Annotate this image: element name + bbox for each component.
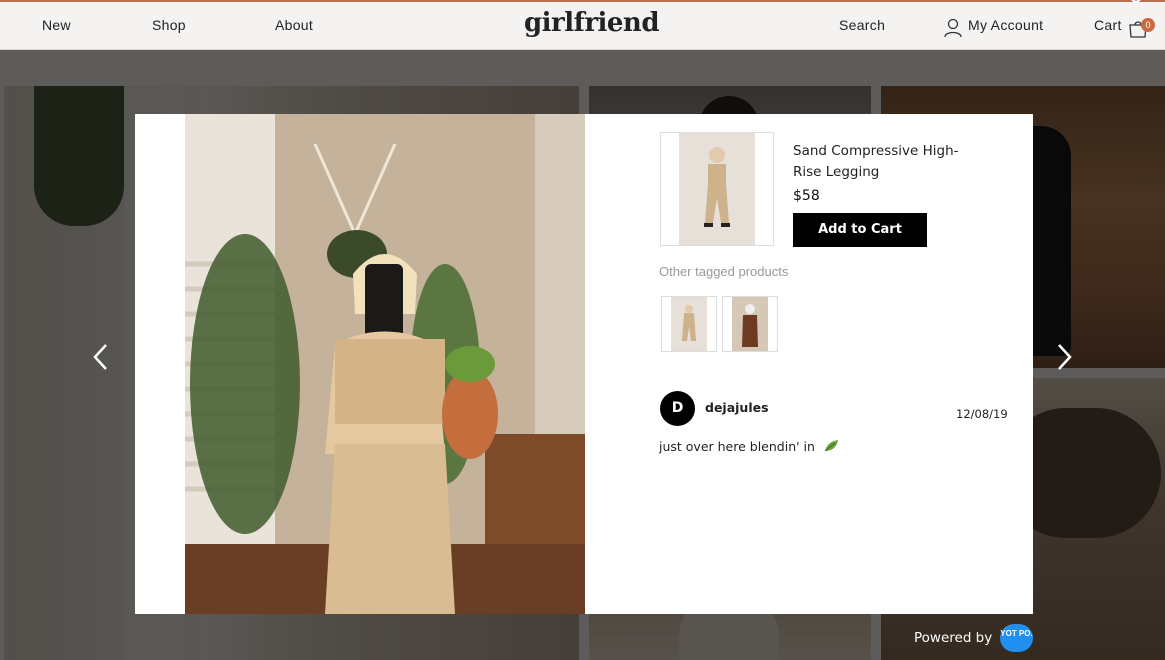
post-photo — [185, 114, 585, 614]
tagged-product-1-image — [671, 297, 707, 351]
post-date: 12/08/19 — [956, 407, 1008, 421]
product-name[interactable]: Sand Compressive High-Rise Legging — [793, 141, 973, 183]
add-to-cart-button[interactable]: Add to Cart — [793, 213, 927, 247]
close-icon[interactable] — [1124, 0, 1148, 12]
site-header: New Shop About girlfriend Search My Acco… — [0, 2, 1165, 50]
previous-arrow-icon[interactable] — [90, 341, 112, 373]
search-link[interactable]: Search — [839, 17, 885, 33]
tagged-product-thumb-2[interactable] — [722, 296, 778, 352]
nav-new[interactable]: New — [42, 17, 71, 33]
user-icon[interactable] — [944, 18, 962, 38]
product-price: $58 — [793, 188, 820, 204]
product-thumbnail[interactable] — [660, 132, 774, 246]
nav-shop[interactable]: Shop — [152, 17, 186, 33]
brand-logo[interactable]: girlfriend — [524, 8, 660, 38]
tagged-product-2-image — [732, 297, 768, 351]
post-photo-illustration — [185, 114, 585, 614]
post-modal: Sand Compressive High-Rise Legging $58 A… — [135, 114, 1033, 614]
cart-link[interactable]: Cart — [1094, 17, 1122, 33]
next-arrow-icon[interactable] — [1053, 341, 1075, 373]
post-username[interactable]: dejajules — [705, 400, 769, 415]
post-caption-text: just over here blendin' in — [659, 439, 815, 454]
nav-about[interactable]: About — [275, 17, 313, 33]
post-caption: just over here blendin' in — [659, 439, 839, 454]
powered-by-label: Powered by — [914, 630, 993, 646]
product-image — [679, 133, 755, 245]
leaf-icon — [824, 440, 838, 452]
yotpo-logo[interactable]: YOT PO. — [1000, 624, 1033, 652]
cart-count-badge: 0 — [1141, 18, 1155, 32]
other-tagged-label: Other tagged products — [659, 264, 789, 279]
my-account-link[interactable]: My Account — [968, 17, 1043, 33]
tagged-product-thumb-1[interactable] — [661, 296, 717, 352]
avatar[interactable]: D — [660, 391, 695, 426]
